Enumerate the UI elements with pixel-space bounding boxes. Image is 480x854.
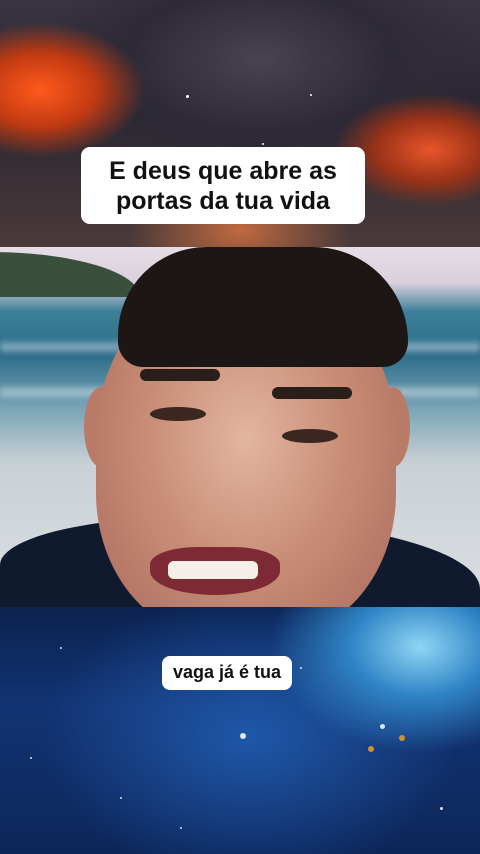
star xyxy=(399,735,405,741)
caption-top-line-2: portas da tua vida xyxy=(116,187,330,215)
star xyxy=(180,827,182,829)
star xyxy=(30,757,32,759)
star xyxy=(240,733,246,739)
star xyxy=(60,647,62,649)
star xyxy=(310,94,312,96)
caption-top: E deus que abre as portas da tua vida xyxy=(81,147,365,224)
bottom-starry-sky-background xyxy=(0,607,480,854)
star xyxy=(380,724,385,729)
distant-hill xyxy=(0,252,140,297)
caption-top-line-1: E deus que abre as xyxy=(109,157,337,185)
star xyxy=(300,667,302,669)
star xyxy=(186,95,189,98)
person-hair xyxy=(118,247,408,367)
eyebrow-left xyxy=(140,369,220,381)
star xyxy=(440,807,443,810)
star xyxy=(262,143,264,145)
eye-left xyxy=(150,407,206,421)
eyebrow-right xyxy=(272,387,352,399)
star xyxy=(120,797,122,799)
star xyxy=(368,746,374,752)
eye-right xyxy=(282,429,338,443)
person-teeth xyxy=(168,561,258,579)
caption-bottom: vaga já é tua xyxy=(162,656,292,690)
selfie-video-frame xyxy=(0,247,480,607)
